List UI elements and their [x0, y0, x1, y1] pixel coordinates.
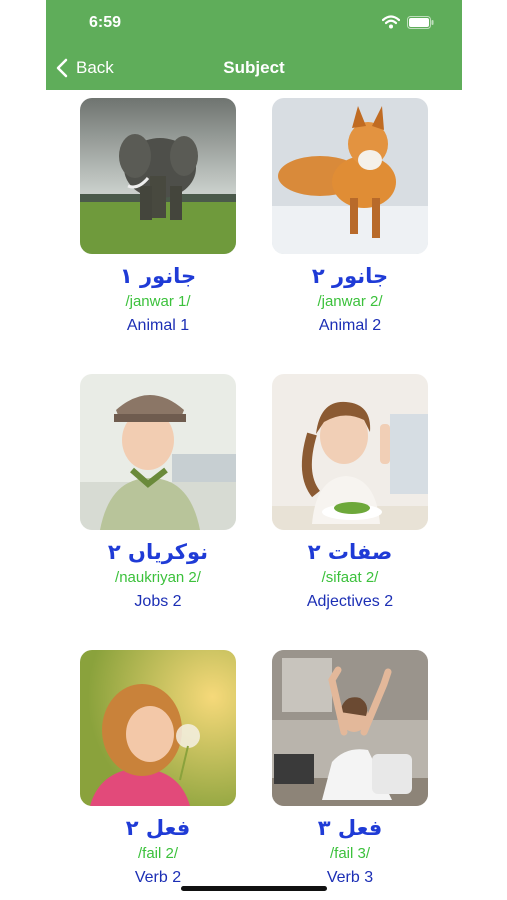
english-title: Animal 2: [318, 317, 382, 334]
flight-attendant-image: [80, 374, 236, 530]
subject-card-verb-2[interactable]: فعل ۲ /fail 2/ Verb 2: [80, 650, 236, 888]
english-title: Animal 1: [126, 317, 190, 334]
english-title: Verb 2: [134, 869, 182, 886]
home-indicator[interactable]: [181, 886, 327, 891]
nav-header: 6:59 Back Subject: [46, 0, 462, 90]
transliteration: /janwar 2/: [317, 293, 383, 310]
urdu-title: جانور ۱: [119, 264, 197, 288]
girl-dandelion-image: [80, 650, 236, 806]
urdu-title: جانور ۲: [311, 264, 389, 288]
fox-image: [272, 98, 428, 254]
girl-thumbs-up-image: [272, 374, 428, 530]
wifi-icon: [382, 15, 400, 29]
subject-card-verb-3[interactable]: فعل ۳ /fail 3/ Verb 3: [272, 650, 428, 888]
battery-icon: [407, 16, 434, 29]
urdu-title: صفات ۲: [307, 540, 393, 564]
subject-card-jobs-2[interactable]: نوکریاں ۲ /naukriyan 2/ Jobs 2: [80, 374, 236, 612]
urdu-title: فعل ۲: [125, 816, 191, 840]
elephant-image: [80, 98, 236, 254]
english-title: Verb 3: [326, 869, 374, 886]
english-title: Adjectives 2: [306, 593, 394, 610]
subject-card-adjectives-2[interactable]: صفات ۲ /sifaat 2/ Adjectives 2: [272, 374, 428, 612]
phone-screen: 6:59 Back Subject جانور ۱ /janwar 1/ Ani…: [46, 0, 462, 900]
urdu-title: فعل ۳: [317, 816, 383, 840]
page-title: Subject: [223, 58, 285, 77]
transliteration: /naukriyan 2/: [115, 569, 201, 586]
urdu-title: نوکریاں ۲: [107, 540, 209, 564]
english-title: Jobs 2: [134, 593, 182, 610]
transliteration: /fail 3/: [329, 845, 371, 862]
transliteration: /fail 2/: [137, 845, 179, 862]
subject-card-animal-1[interactable]: جانور ۱ /janwar 1/ Animal 1: [80, 98, 236, 336]
subject-card-animal-2[interactable]: جانور ۲ /janwar 2/ Animal 2: [272, 98, 428, 336]
transliteration: /sifaat 2/: [321, 569, 379, 586]
transliteration: /janwar 1/: [125, 293, 191, 310]
woman-stretching-image: [272, 650, 428, 806]
status-time: 6:59: [89, 14, 122, 31]
